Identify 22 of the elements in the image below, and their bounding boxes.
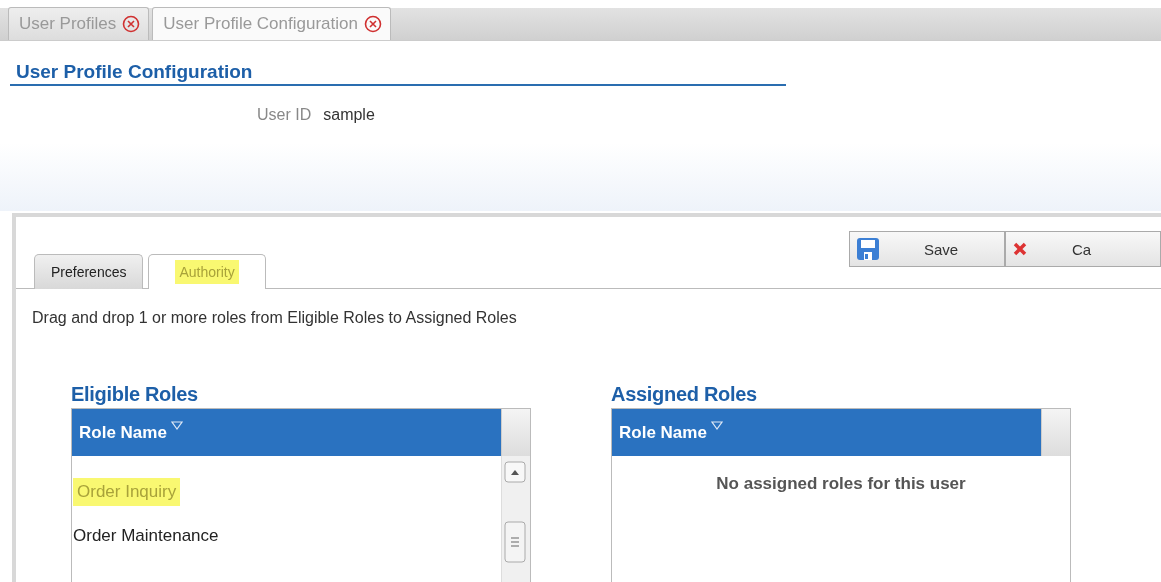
scrollbar[interactable] [501,456,530,582]
close-icon [1012,241,1028,257]
section-title: Assigned Roles [611,383,758,406]
tab[interactable]: User Profile Configuration [152,7,391,40]
page-title: User Profile Configuration [10,61,786,86]
tab[interactable]: Preferences [34,254,144,289]
close-icon[interactable] [122,15,141,33]
column-header[interactable]: Role Name [612,409,1041,456]
table-row[interactable]: Order Maintenance [73,526,219,546]
empty-message: No assigned roles for this user [715,474,967,494]
user-id-label: User ID [257,106,312,124]
instructions: Drag and drop 1 or more roles from Eligible Roles to Assigned Roles [31,308,518,327]
column-header[interactable]: Role Name [72,409,501,456]
close-icon[interactable] [363,15,382,33]
sort-icon[interactable] [170,421,183,431]
section-title: Eligible Roles [71,383,199,406]
header-corner [1041,409,1070,456]
sort-icon[interactable] [710,421,723,431]
header-corner [501,409,530,456]
user-id-value: sample [323,106,375,124]
cancel-button[interactable]: Ca [1005,231,1161,267]
save-button[interactable]: Save [849,231,1005,267]
